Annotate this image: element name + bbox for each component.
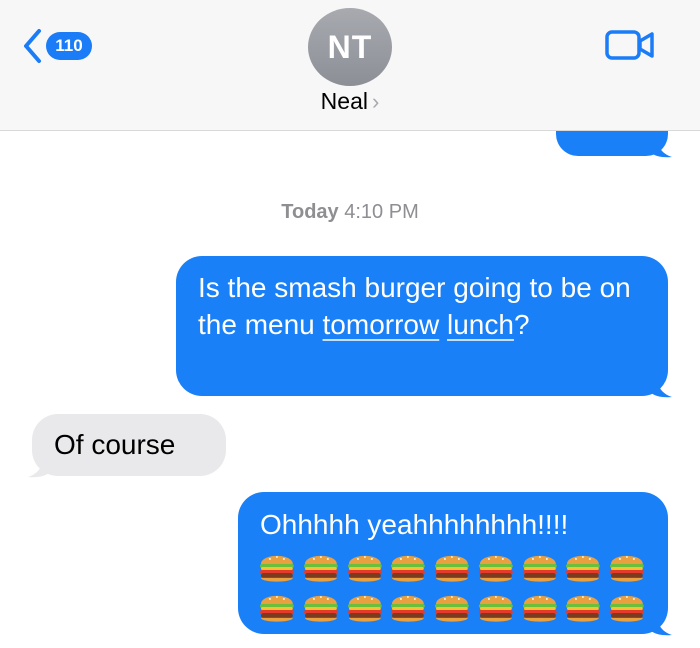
video-camera-icon (605, 30, 654, 60)
burger-emoji-icon (478, 595, 513, 622)
unread-count-badge: 110 (46, 32, 92, 60)
conversation-header: 110 NT Neal › (0, 0, 700, 131)
burger-emoji-icon (435, 595, 469, 622)
burger-emoji-icon (478, 555, 513, 582)
emoji-row (258, 587, 646, 627)
burger-emoji-icon (391, 555, 426, 582)
contact-avatar[interactable]: NT (308, 8, 392, 86)
burger-emoji-icon (522, 555, 557, 582)
burger-emoji-icon (303, 555, 338, 582)
message-text: Of course (54, 429, 176, 460)
message-text: ? (513, 309, 530, 340)
back-chevron-icon (24, 29, 41, 63)
burger-emoji-icon (435, 555, 469, 582)
date-detected-link[interactable]: lunch (447, 309, 514, 340)
outgoing-message-bubble[interactable]: Is the smash burger going to be on the m… (176, 256, 668, 396)
timestamp-day: Today (281, 201, 339, 223)
bubble-tail (650, 132, 672, 158)
burger-emoji-icon (347, 555, 382, 582)
outgoing-message-bubble[interactable]: Ohhhhh yeahhhhhhhh!!!! (238, 492, 668, 634)
emoji-grid (258, 547, 646, 627)
incoming-message-bubble[interactable]: Of course (32, 414, 226, 476)
date-detected-link[interactable]: tomorrow (323, 309, 440, 340)
message-text: Ohhhhh yeahhhhhhhh!!!! (260, 509, 569, 540)
burger-emoji-icon (566, 595, 601, 622)
burger-emoji-icon (610, 555, 645, 582)
burger-emoji-icon (303, 595, 338, 622)
burger-emoji-icon (259, 595, 294, 622)
chevron-right-icon: › (371, 89, 380, 114)
back-button[interactable]: 110 (22, 26, 92, 66)
emoji-row (258, 547, 646, 587)
burger-emoji-icon (610, 595, 645, 622)
facetime-video-button[interactable] (604, 28, 656, 67)
contact-name: Neal (320, 88, 368, 114)
burger-emoji-icon (347, 595, 382, 622)
bubble-tail (650, 372, 672, 398)
burger-emoji-icon (522, 595, 557, 622)
message-timestamp: Today 4:10 PM (0, 201, 700, 224)
burger-emoji-icon (566, 555, 601, 582)
timestamp-time: 4:10 PM (344, 201, 419, 223)
burger-emoji-icon (259, 555, 294, 582)
burger-emoji-icon (391, 595, 426, 622)
bubble-tail (28, 452, 50, 478)
contact-name-button[interactable]: Neal › (0, 88, 700, 115)
bubble-tail (650, 610, 672, 636)
